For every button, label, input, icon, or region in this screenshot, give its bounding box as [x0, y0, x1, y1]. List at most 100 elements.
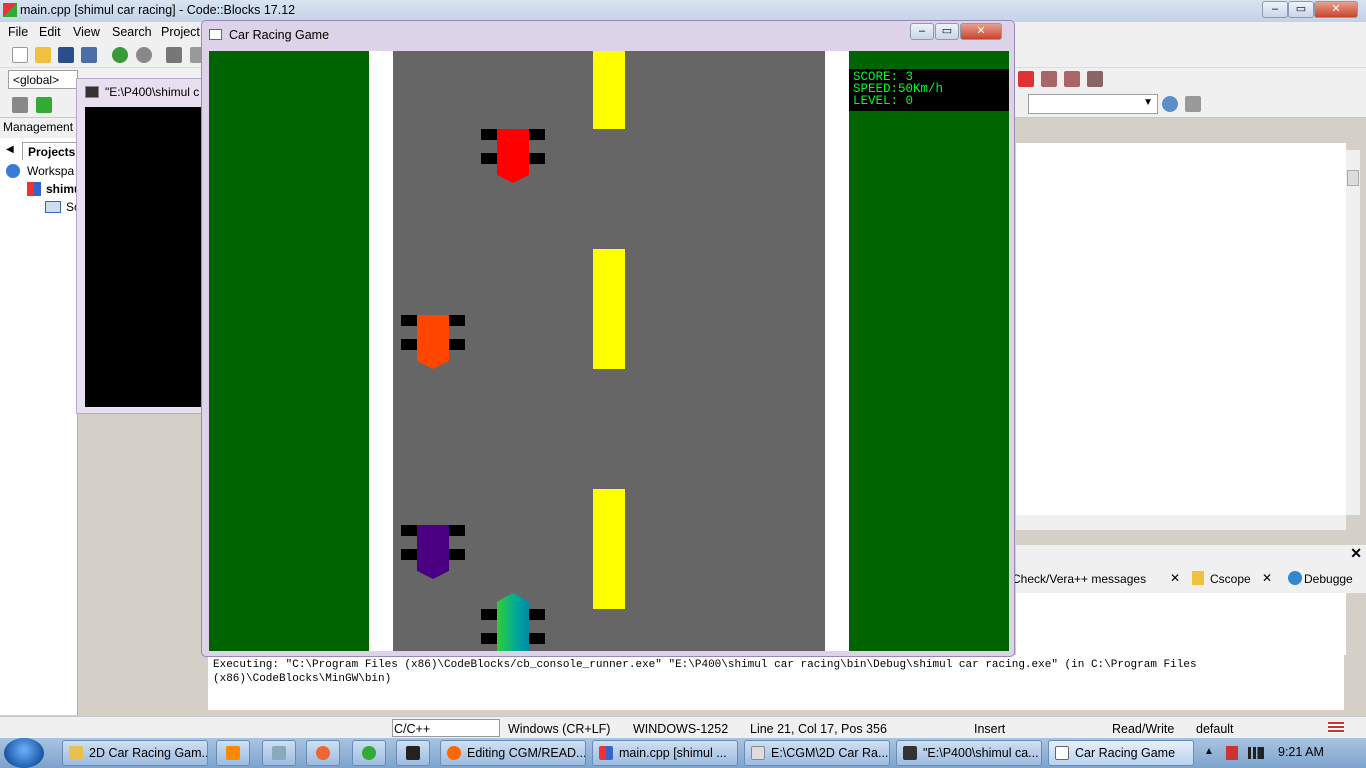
menu-file[interactable]: File — [8, 25, 28, 39]
us-flag-icon — [1328, 722, 1344, 733]
find-icon[interactable] — [1162, 96, 1178, 112]
network-icon[interactable] — [1248, 747, 1264, 759]
app-icon — [316, 746, 330, 760]
game-window[interactable]: Car Racing Game – ▭ ✕ SCORE: 3 SPEED:50K… — [201, 20, 1015, 657]
task-folder[interactable]: 2D Car Racing Gam... — [62, 740, 208, 766]
game-title: Car Racing Game — [229, 28, 330, 42]
console-icon — [903, 746, 917, 760]
clear-bookmarks-icon[interactable] — [1087, 71, 1103, 87]
management-label: Management — [0, 118, 78, 138]
status-language: C/C++ — [392, 719, 500, 737]
player-car — [481, 593, 545, 651]
tab-projects[interactable]: Projects — [22, 142, 78, 160]
notepad-icon — [272, 746, 286, 760]
status-profile: default — [1196, 722, 1234, 736]
task-refresh[interactable] — [352, 740, 386, 766]
task-app[interactable] — [306, 740, 340, 766]
status-access: Read/Write — [1112, 722, 1175, 736]
tab-debugger[interactable]: Debugge — [1304, 572, 1353, 586]
close-logs-icon[interactable]: ✕ — [1350, 545, 1362, 562]
code-editor[interactable] — [1016, 143, 1346, 515]
log-tabs: Check/Vera++ messages ✕ Cscope ✕ Debugge — [1012, 565, 1366, 593]
task-media-player[interactable] — [216, 740, 250, 766]
enemy-car-purple — [401, 525, 465, 583]
close-tab-icon[interactable]: ✕ — [1262, 571, 1272, 585]
menu-view[interactable]: View — [73, 25, 100, 39]
refresh-icon — [362, 746, 376, 760]
menu-edit[interactable]: Edit — [39, 25, 61, 39]
editor-scrollbar[interactable] — [1346, 150, 1360, 515]
tab-left-arrow-icon[interactable]: ◀ — [6, 144, 14, 155]
logs-header: ✕ — [1016, 545, 1366, 565]
game-close-button[interactable]: ✕ — [960, 23, 1002, 40]
next-bookmark-icon[interactable] — [1064, 71, 1080, 87]
open-icon[interactable] — [35, 47, 51, 63]
maximize-button[interactable]: ▭ — [1288, 1, 1314, 18]
task-notepad[interactable] — [262, 740, 296, 766]
left-road-edge — [369, 51, 393, 651]
taskbar: 2D Car Racing Gam... Editing CGM/READ...… — [0, 738, 1366, 768]
scroll-thumb[interactable] — [1347, 170, 1359, 186]
wrench-icon[interactable] — [1185, 96, 1201, 112]
save-all-icon[interactable] — [81, 47, 97, 63]
ide-title: main.cpp [shimul car racing] - Code::Blo… — [20, 3, 296, 17]
code-completion-combo[interactable]: ▼ — [1028, 94, 1158, 114]
close-tab-icon[interactable]: ✕ — [1170, 571, 1180, 585]
lane-stripe — [593, 249, 625, 369]
folder-icon — [45, 201, 61, 213]
task-editor[interactable]: E:\CGM\2D Car Ra... — [744, 740, 890, 766]
tree-workspace[interactable]: Workspa — [27, 164, 74, 178]
new-file-icon[interactable] — [12, 47, 28, 63]
task-codeblocks[interactable]: main.cpp [shimul ... — [592, 740, 738, 766]
console-window[interactable]: "E:\P400\shimul c — [76, 78, 207, 414]
minimize-button[interactable]: – — [1262, 1, 1288, 18]
log-area-right — [1016, 593, 1346, 655]
console-title: "E:\P400\shimul c — [105, 85, 200, 99]
menu-search[interactable]: Search — [112, 25, 152, 39]
build-run-icon[interactable] — [36, 97, 52, 113]
status-mode: Insert — [974, 722, 1006, 736]
status-position: Line 21, Col 17, Pos 356 — [750, 722, 887, 736]
task-car-racing-game[interactable]: Car Racing Game — [1048, 740, 1194, 766]
editor-hscrollbar[interactable] — [1016, 515, 1346, 530]
workspace-icon — [6, 164, 20, 178]
hud-level: LEVEL: 0 — [853, 94, 914, 108]
ide-title-bar: main.cpp [shimul car racing] - Code::Blo… — [0, 0, 1366, 21]
game-maximize-button[interactable]: ▭ — [935, 23, 959, 40]
project-icon — [27, 182, 41, 196]
task-console[interactable]: "E:\P400\shimul ca... — [896, 740, 1042, 766]
project-panel: ◀ Workspa shimu So — [0, 138, 81, 715]
close-button[interactable]: ✕ — [1314, 1, 1358, 18]
status-eol: Windows (CR+LF) — [508, 722, 611, 736]
tab-vera-messages[interactable]: Check/Vera++ messages — [1012, 572, 1146, 586]
task-firefox[interactable]: Editing CGM/READ... — [440, 740, 586, 766]
redo-icon[interactable] — [136, 47, 152, 63]
menu-project[interactable]: Project — [161, 25, 200, 39]
scope-combo[interactable]: <global> — [8, 70, 78, 89]
game-minimize-button[interactable]: – — [910, 23, 934, 40]
lane-stripe — [593, 51, 625, 129]
settings-icon[interactable] — [12, 97, 28, 113]
tray-flag-icon[interactable] — [1226, 746, 1238, 760]
tab-cscope[interactable]: Cscope — [1210, 572, 1251, 586]
hud-panel: SCORE: 3 SPEED:50Km/h LEVEL: 0 — [849, 69, 1009, 111]
build-log: Executing: "C:\Program Files (x86)\CodeB… — [208, 655, 1344, 710]
prev-bookmark-icon[interactable] — [1041, 71, 1057, 87]
cscope-icon — [1192, 571, 1204, 585]
undo-icon[interactable] — [112, 47, 128, 63]
tray-expand-icon[interactable]: ▲ — [1204, 746, 1214, 757]
window-icon — [209, 29, 222, 40]
cut-icon[interactable] — [166, 47, 182, 63]
clock[interactable]: 9:21 AM — [1278, 745, 1324, 759]
lane-stripe — [593, 489, 625, 609]
start-button[interactable] — [4, 738, 44, 768]
bookmark-icon[interactable] — [1018, 71, 1034, 87]
codeblocks-icon — [3, 3, 17, 17]
enemy-car-red — [481, 129, 545, 187]
enemy-car-orange — [401, 315, 465, 373]
window-icon — [1055, 746, 1069, 760]
task-pycharm[interactable] — [396, 740, 430, 766]
save-icon[interactable] — [58, 47, 74, 63]
game-canvas[interactable]: SCORE: 3 SPEED:50Km/h LEVEL: 0 — [209, 51, 1009, 651]
firefox-icon — [447, 746, 461, 760]
